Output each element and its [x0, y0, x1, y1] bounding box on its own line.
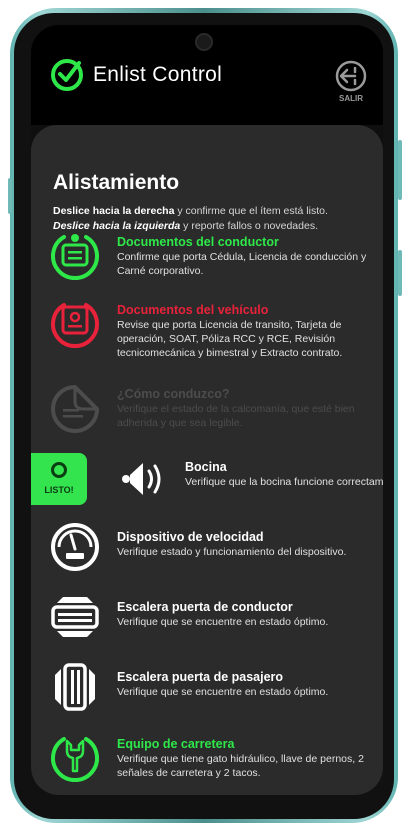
swipe-ready-indicator: LISTO! [31, 453, 87, 505]
ready-circle-icon [51, 462, 67, 478]
phone-side-button [8, 178, 12, 214]
instr-swipe-right: Deslice hacia la derecha [53, 205, 175, 217]
checklist-item-how-do-i-drive[interactable]: ¿Cómo conduzco? Verifique el estado de l… [31, 381, 383, 441]
vehicle-documents-icon [51, 303, 99, 349]
passenger-step-icon [55, 663, 95, 711]
checklist-panel: Alistamiento Deslice hacia la derecha y … [31, 125, 383, 795]
item-description: Verifique que se encuentre en estado ópt… [117, 686, 329, 698]
checklist-item-horn[interactable]: LISTO! Bocina Verifique que la bocina fu… [31, 451, 383, 511]
checklist-item-driver-documents[interactable]: Documentos del conductor Confirme que po… [31, 229, 383, 289]
item-title: Dispositivo de velocidad [117, 530, 264, 544]
item-title: Equipo de carretera [117, 737, 235, 751]
item-description: Verifique que la bocina funcione correct… [185, 476, 383, 488]
item-title: Documentos del conductor [117, 235, 279, 249]
item-description: Verifique que se encuentre en estado ópt… [117, 616, 329, 628]
item-title: Documentos del vehículo [117, 303, 269, 317]
item-title: Escalera puerta de pasajero [117, 670, 284, 684]
horn-icon [122, 463, 161, 495]
front-camera [195, 33, 213, 51]
ready-label: LISTO! [44, 485, 74, 495]
phone-volume-button [398, 140, 402, 200]
checklist-item-vehicle-documents[interactable]: Documentos del vehículo Revise que porta… [31, 297, 383, 369]
checklist-item-driver-step[interactable]: Escalera puerta de conductor Verifique q… [31, 591, 383, 651]
phone-power-button [398, 250, 402, 296]
checklist-item-passenger-step[interactable]: Escalera puerta de pasajero Verifique qu… [31, 661, 383, 721]
item-title: ¿Cómo conduzco? [117, 387, 230, 401]
exit-button[interactable]: SALIR [329, 59, 373, 103]
item-title: Escalera puerta de conductor [117, 600, 293, 614]
item-description: Verifique que tiene gato hidráulico, lla… [117, 753, 364, 779]
brand-name: Enlist Control [93, 63, 223, 86]
logout-icon [335, 60, 367, 92]
page-title: Alistamiento [53, 171, 180, 194]
item-description: Revise que porta Licencia de transito, T… [117, 319, 343, 359]
item-description: Verifique el estado de la calcomanía, qu… [117, 403, 355, 429]
enlist-logo-icon [51, 59, 83, 91]
item-description: Verifique estado y funcionamiento del di… [117, 546, 347, 558]
driver-step-icon [51, 597, 99, 637]
speedometer-icon [51, 523, 99, 571]
app-screen: Enlist Control SALIR Alistamiento Deslic… [31, 25, 383, 795]
instr-right-text: y confirme que el ítem está listo. [174, 205, 328, 217]
sticker-icon [51, 385, 99, 433]
driver-documents-icon [51, 234, 99, 281]
road-kit-icon [51, 737, 99, 783]
checklist-item-speed-device[interactable]: Dispositivo de velocidad Verifique estad… [31, 521, 383, 581]
item-title: Bocina [185, 460, 227, 474]
exit-label: SALIR [339, 94, 363, 103]
item-description: Confirme que porta Cédula, Licencia de c… [117, 251, 367, 277]
checklist-item-road-kit[interactable]: Equipo de carretera Verifique que tiene … [31, 731, 383, 795]
